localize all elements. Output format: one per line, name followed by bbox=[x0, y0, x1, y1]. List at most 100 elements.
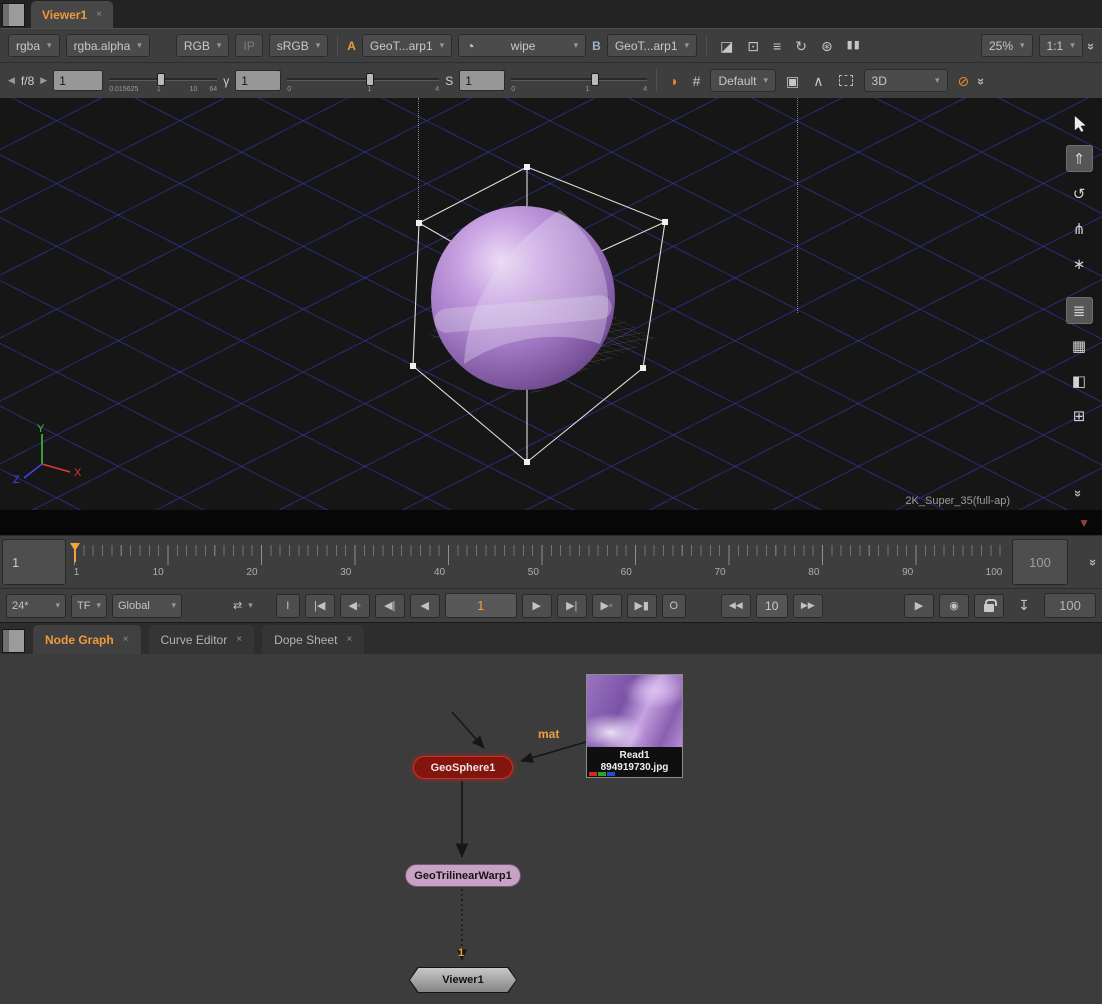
input-process-active-icon[interactable]: ◗ bbox=[666, 74, 682, 88]
geosphere-node-label: GeoSphere1 bbox=[431, 762, 496, 774]
skip-back-button[interactable]: ◀◀ bbox=[721, 594, 751, 618]
fps-select[interactable]: 24* ▾ bbox=[6, 594, 66, 618]
layer-select[interactable]: rgba ▾ bbox=[8, 34, 60, 57]
wipe-split-icon[interactable]: ◪ bbox=[716, 39, 737, 53]
tab-node-graph[interactable]: Node Graph × bbox=[33, 625, 141, 654]
saturation-slider-track[interactable] bbox=[511, 78, 647, 81]
play-backward-button[interactable]: ◀ bbox=[410, 594, 440, 618]
grid-display-icon[interactable]: ▦ bbox=[1066, 332, 1093, 359]
fstop-increase-icon[interactable]: ▶ bbox=[40, 75, 47, 86]
set-out-button[interactable]: O bbox=[662, 594, 686, 618]
saturation-slider-handle[interactable] bbox=[591, 73, 599, 86]
settings-gear-icon[interactable]: ⊛ bbox=[817, 39, 837, 53]
skip-forward-button[interactable]: ▶▶ bbox=[793, 594, 823, 618]
go-to-start-button[interactable]: |◀ bbox=[305, 594, 335, 618]
fstop-decrease-icon[interactable]: ◀ bbox=[8, 75, 15, 86]
wipe-mode-select[interactable]: ◔ wipe ▾ bbox=[458, 34, 586, 57]
gain-slider-handle[interactable] bbox=[157, 73, 165, 86]
input-a-select[interactable]: GeoT...arp1 ▾ bbox=[362, 34, 452, 57]
lock-range-button[interactable] bbox=[974, 594, 1004, 618]
side-toolbar-overflow-icon[interactable]: » bbox=[1066, 479, 1093, 506]
proxy-mode-icon[interactable]: ≡ bbox=[769, 39, 785, 53]
view-mode-select[interactable]: 3D ▾ bbox=[864, 69, 948, 92]
frame-range-select[interactable]: Global ▾ bbox=[112, 594, 182, 618]
toolbar-overflow-icon[interactable]: » bbox=[974, 78, 989, 83]
monitor-out-icon[interactable]: ⊡ bbox=[743, 39, 763, 53]
input-b-select[interactable]: GeoT...arp1 ▾ bbox=[607, 34, 697, 57]
node-viewer1[interactable]: Viewer1 bbox=[409, 967, 517, 993]
select-cursor-icon[interactable] bbox=[1066, 110, 1093, 137]
input-process-toggle[interactable]: IP bbox=[235, 34, 262, 57]
saturation-input[interactable] bbox=[459, 70, 505, 91]
playhead[interactable] bbox=[70, 543, 81, 565]
dangling-input-arrow[interactable] bbox=[452, 712, 484, 748]
pivot-tool-icon[interactable]: ⋔ bbox=[1066, 215, 1093, 242]
node-graph-canvas[interactable]: mat 1 Read1 894919730.jpg GeoSphere1 Geo… bbox=[0, 654, 1102, 1004]
stamp-icon[interactable]: ▣ bbox=[782, 74, 803, 88]
node-geosphere1[interactable]: GeoSphere1 bbox=[413, 756, 513, 779]
node-read1[interactable]: Read1 894919730.jpg bbox=[586, 674, 683, 778]
gain-input[interactable] bbox=[53, 70, 103, 91]
lattice-edit-icon[interactable]: ≣ bbox=[1066, 297, 1093, 324]
panel-drag-handle[interactable] bbox=[2, 3, 25, 27]
pause-icon[interactable]: ▮▮ bbox=[843, 40, 865, 51]
lock-3d-view-icon[interactable]: ⊘ bbox=[954, 74, 974, 88]
close-icon[interactable]: × bbox=[96, 9, 102, 20]
current-frame-field[interactable] bbox=[445, 593, 517, 618]
timeline-ruler[interactable]: 1 10 20 30 40 50 60 70 80 90 100 bbox=[70, 539, 1008, 585]
close-icon[interactable]: × bbox=[346, 634, 352, 645]
gamma-slider[interactable]: 0 1 4 bbox=[287, 65, 439, 97]
go-to-end-button[interactable]: ▶▮ bbox=[627, 594, 657, 618]
viewer-3d-viewport[interactable]: 0.1 Y X Z 2K_Super_35(full-ap) ⇑ ↺ ⋔ ∗ ≣… bbox=[0, 98, 1102, 510]
playback-end-field[interactable]: 100 bbox=[1044, 593, 1096, 618]
pixel-aspect-select[interactable]: 1:1 ▾ bbox=[1039, 34, 1083, 57]
close-icon[interactable]: × bbox=[123, 634, 129, 645]
rotate-tool-icon[interactable]: ↺ bbox=[1066, 180, 1093, 207]
ruler-label: 20 bbox=[246, 567, 257, 578]
set-in-button[interactable]: I bbox=[276, 594, 300, 618]
edge-read-to-geosphere-mat[interactable] bbox=[521, 742, 586, 761]
close-icon[interactable]: × bbox=[236, 634, 242, 645]
translate-tool-icon[interactable]: ⇑ bbox=[1066, 145, 1093, 172]
node-geotrilinearwarp1[interactable]: GeoTrilinearWarp1 bbox=[405, 864, 521, 887]
gamma-input[interactable] bbox=[235, 70, 281, 91]
frame-all-icon[interactable]: ⊞ bbox=[1066, 402, 1093, 429]
gamma-slider-track[interactable] bbox=[287, 78, 439, 81]
capture-button[interactable]: ◉ bbox=[939, 594, 969, 618]
tab-viewer1[interactable]: Viewer1 × bbox=[31, 1, 113, 28]
timeline-overflow-icon[interactable]: » bbox=[1086, 559, 1101, 564]
play-forward-button[interactable]: ▶ bbox=[522, 594, 552, 618]
tab-dope-sheet[interactable]: Dope Sheet × bbox=[262, 625, 364, 654]
lut-curve-icon[interactable]: ∧ bbox=[809, 74, 827, 88]
flipbook-button[interactable]: ▶ bbox=[904, 594, 934, 618]
refresh-icon[interactable]: ↻ bbox=[791, 39, 811, 53]
layout-tiles-icon[interactable]: ◧ bbox=[1066, 367, 1093, 394]
wipe-dial-icon[interactable]: ◔ bbox=[466, 39, 474, 53]
frame-step-field[interactable] bbox=[756, 594, 788, 618]
timeline-start-field[interactable]: 1 bbox=[2, 539, 66, 585]
tab-curve-editor[interactable]: Curve Editor × bbox=[149, 625, 255, 654]
prev-keyframe-button[interactable]: ◀◦ bbox=[340, 594, 370, 618]
toolbar-overflow-icon[interactable]: » bbox=[1084, 43, 1099, 48]
timeline-end-field[interactable]: 100 bbox=[1012, 539, 1068, 585]
playback-mode-button[interactable]: ⇄ ▾ bbox=[227, 594, 259, 618]
gain-slider[interactable]: 0.015625 1 10 64 bbox=[109, 65, 217, 97]
saturation-slider[interactable]: 0 1 4 bbox=[511, 65, 647, 97]
strip-expand-icon[interactable]: ▼ bbox=[1078, 516, 1090, 530]
viewport-3d-scene[interactable]: 0.1 bbox=[0, 98, 1102, 510]
tf-select[interactable]: TF ▾ bbox=[71, 594, 107, 618]
roi-dashed-icon[interactable] bbox=[839, 75, 853, 86]
zoom-select[interactable]: 25% ▾ bbox=[981, 34, 1033, 57]
gamma-slider-handle[interactable] bbox=[366, 73, 374, 86]
next-keyframe-button[interactable]: ▶◦ bbox=[592, 594, 622, 618]
display-style-select[interactable]: RGB ▾ bbox=[176, 34, 230, 57]
panel-drag-handle[interactable] bbox=[2, 629, 25, 653]
viewer-colorspace-select[interactable]: sRGB ▾ bbox=[269, 34, 329, 57]
guides-grid-icon[interactable]: # bbox=[689, 74, 705, 88]
export-button[interactable]: ↧ bbox=[1009, 594, 1039, 618]
alpha-channel-select[interactable]: rgba.alpha ▾ bbox=[66, 34, 150, 57]
prev-frame-button[interactable]: ◀| bbox=[375, 594, 405, 618]
next-frame-button[interactable]: ▶| bbox=[557, 594, 587, 618]
viewer-process-select[interactable]: Default ▾ bbox=[710, 69, 776, 92]
snap-tool-icon[interactable]: ∗ bbox=[1066, 250, 1093, 277]
